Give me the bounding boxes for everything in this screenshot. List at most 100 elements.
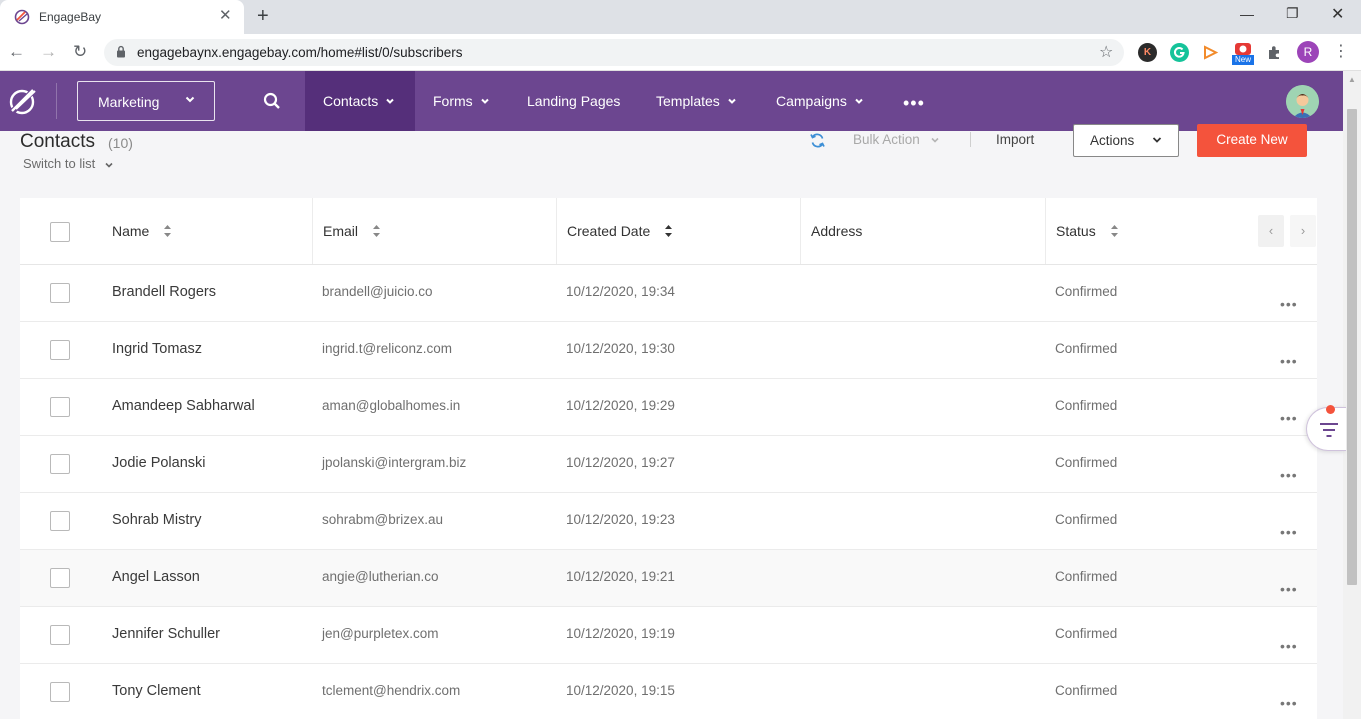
nav-templates[interactable]: Templates <box>638 71 755 131</box>
contact-name[interactable]: Tony Clement <box>112 683 201 699</box>
contact-status: Confirmed <box>1055 569 1118 584</box>
page-scrollbar[interactable]: ▲ <box>1343 71 1361 719</box>
engagebay-logo[interactable] <box>6 85 40 117</box>
contacts-table: Name Email Created Date Address Status ‹… <box>20 198 1317 719</box>
scrollbar-thumb[interactable] <box>1347 109 1357 585</box>
contact-name[interactable]: Angel Lasson <box>112 569 200 585</box>
column-header-email[interactable]: Email <box>323 198 381 264</box>
table-row[interactable]: Jodie Polanski jpolanski@intergram.biz 1… <box>20 436 1317 493</box>
select-all-checkbox[interactable] <box>50 222 70 242</box>
row-menu-icon[interactable]: ••• <box>1280 411 1298 425</box>
window-close-icon[interactable]: ✕ <box>1331 4 1344 24</box>
back-icon[interactable]: ← <box>8 42 25 62</box>
close-tab-icon[interactable]: ✕ <box>219 8 232 24</box>
row-checkbox[interactable] <box>50 568 70 588</box>
chevron-down-icon <box>855 99 863 105</box>
minimize-icon[interactable]: — <box>1240 6 1254 22</box>
chevron-down-icon <box>386 99 394 105</box>
nav-campaigns[interactable]: Campaigns <box>758 71 882 131</box>
url-text: engagebaynx.engagebay.com/home#list/0/su… <box>137 45 463 60</box>
row-checkbox[interactable] <box>50 397 70 417</box>
restore-icon[interactable]: ❐ <box>1286 5 1299 22</box>
nav-contacts[interactable]: Contacts <box>305 71 415 131</box>
row-menu-icon[interactable]: ••• <box>1280 297 1298 311</box>
chevron-down-icon <box>930 138 939 144</box>
table-row[interactable]: Ingrid Tomasz ingrid.t@reliconz.com 10/1… <box>20 322 1317 379</box>
row-menu-icon[interactable]: ••• <box>1280 639 1298 653</box>
contact-email: angie@lutherian.co <box>322 569 439 584</box>
column-divider <box>556 198 557 264</box>
new-extension-icon[interactable]: New <box>1232 42 1254 66</box>
column-header-status[interactable]: Status <box>1056 198 1119 264</box>
actions-dropdown-button[interactable]: Actions <box>1073 124 1179 157</box>
chevron-down-icon <box>728 99 736 105</box>
contact-name[interactable]: Amandeep Sabharwal <box>112 398 255 414</box>
extensions-puzzle-icon[interactable] <box>1265 43 1284 62</box>
table-row[interactable]: Jennifer Schuller jen@purpletex.com 10/1… <box>20 607 1317 664</box>
row-menu-icon[interactable]: ••• <box>1280 696 1298 710</box>
contact-created-date: 10/12/2020, 19:21 <box>566 569 675 584</box>
row-menu-icon[interactable]: ••• <box>1280 468 1298 482</box>
row-checkbox[interactable] <box>50 340 70 360</box>
scroll-up-arrow-icon[interactable]: ▲ <box>1348 75 1356 84</box>
table-row[interactable]: Angel Lasson angie@lutherian.co 10/12/20… <box>20 550 1317 607</box>
row-menu-icon[interactable]: ••• <box>1280 525 1298 539</box>
table-row[interactable]: Amandeep Sabharwal aman@globalhomes.in 1… <box>20 379 1317 436</box>
table-row[interactable]: Sohrab Mistry sohrabm@brizex.au 10/12/20… <box>20 493 1317 550</box>
header-separator <box>970 132 971 147</box>
browser-menu-icon[interactable]: ⋮ <box>1333 42 1349 62</box>
module-select[interactable]: Marketing <box>77 81 215 121</box>
contact-email: aman@globalhomes.in <box>322 398 461 413</box>
row-checkbox[interactable] <box>50 682 70 702</box>
contact-name[interactable]: Brandell Rogers <box>112 284 216 300</box>
profile-avatar[interactable]: R <box>1297 41 1319 63</box>
table-row[interactable]: Tony Clement tclement@hendrix.com 10/12/… <box>20 664 1317 719</box>
scroll-columns-right-icon[interactable]: › <box>1290 215 1316 247</box>
new-tab-icon[interactable]: + <box>257 6 269 26</box>
contact-created-date: 10/12/2020, 19:30 <box>566 341 675 356</box>
row-menu-icon[interactable]: ••• <box>1280 582 1298 596</box>
refresh-icon[interactable] <box>809 132 826 149</box>
extension-k-icon[interactable]: K <box>1138 43 1157 62</box>
nav-landing-pages[interactable]: Landing Pages <box>509 71 638 131</box>
contact-status: Confirmed <box>1055 512 1118 527</box>
import-link[interactable]: Import <box>996 132 1034 147</box>
row-checkbox[interactable] <box>50 283 70 303</box>
column-header-created-date[interactable]: Created Date <box>567 198 673 264</box>
row-menu-icon[interactable]: ••• <box>1280 354 1298 368</box>
contact-name[interactable]: Ingrid Tomasz <box>112 341 202 357</box>
search-icon[interactable] <box>263 92 281 110</box>
create-new-button[interactable]: Create New <box>1197 124 1307 157</box>
bookmark-star-icon[interactable]: ☆ <box>1099 42 1113 62</box>
chevron-down-icon <box>1152 137 1162 143</box>
table-row[interactable]: Brandell Rogers brandell@juicio.co 10/12… <box>20 265 1317 322</box>
forward-icon[interactable]: → <box>40 42 57 62</box>
nav-forms[interactable]: Forms <box>415 71 508 131</box>
row-checkbox[interactable] <box>50 454 70 474</box>
bulk-action-dropdown[interactable]: Bulk Action <box>853 132 940 147</box>
chevron-down-icon <box>105 162 113 168</box>
contact-email: jen@purpletex.com <box>322 626 439 641</box>
user-avatar[interactable] <box>1286 85 1319 118</box>
contact-name[interactable]: Sohrab Mistry <box>112 512 201 528</box>
grammarly-extension-icon[interactable] <box>1170 43 1189 62</box>
switch-to-list-dropdown[interactable]: Switch to list <box>23 156 114 171</box>
filter-icon <box>1320 423 1338 437</box>
scroll-columns-left-icon[interactable]: ‹ <box>1258 215 1284 247</box>
row-checkbox[interactable] <box>50 511 70 531</box>
contact-email: sohrabm@brizex.au <box>322 512 444 527</box>
filter-button[interactable] <box>1306 407 1346 451</box>
browser-tab[interactable]: EngageBay ✕ <box>0 0 244 34</box>
column-header-name[interactable]: Name <box>112 198 172 264</box>
play-extension-icon[interactable] <box>1201 43 1220 62</box>
nav-more-icon[interactable]: ••• <box>903 93 925 114</box>
contact-name[interactable]: Jennifer Schuller <box>112 626 220 642</box>
column-divider <box>1045 198 1046 264</box>
contact-status: Confirmed <box>1055 455 1118 470</box>
row-checkbox[interactable] <box>50 625 70 645</box>
contact-name[interactable]: Jodie Polanski <box>112 455 206 471</box>
chevron-down-icon <box>185 96 195 103</box>
column-divider <box>312 198 313 264</box>
address-bar[interactable]: engagebaynx.engagebay.com/home#list/0/su… <box>104 39 1124 66</box>
reload-icon[interactable]: ↻ <box>73 42 87 62</box>
